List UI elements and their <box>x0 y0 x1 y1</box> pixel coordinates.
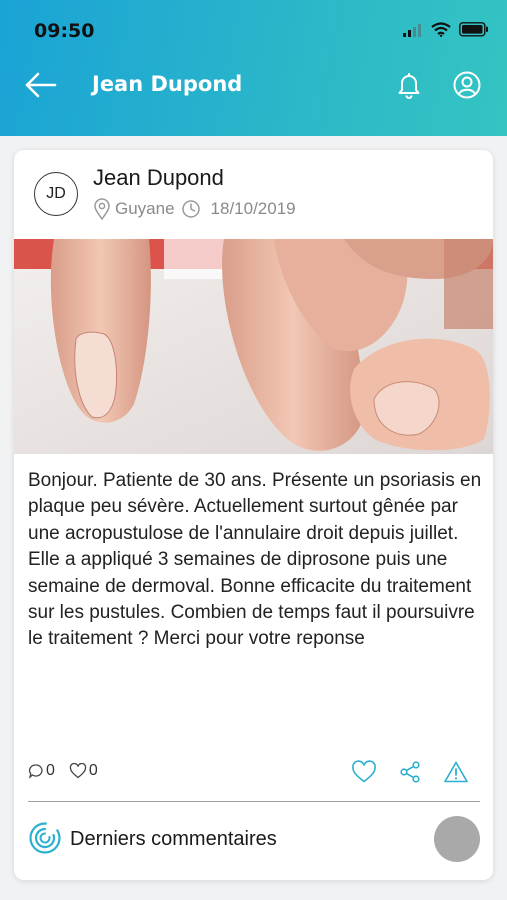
post-actions <box>351 760 469 784</box>
signal-icon <box>403 23 423 42</box>
heart-outline-icon <box>69 763 87 779</box>
heart-icon <box>352 760 376 783</box>
warning-icon <box>444 761 468 783</box>
post-stats: 0 0 <box>28 762 98 780</box>
like-button[interactable] <box>351 760 377 784</box>
share-icon <box>400 761 420 783</box>
comments-section: Derniers commentaires <box>28 816 480 862</box>
battery-icon <box>459 22 489 42</box>
location-pin-icon <box>94 198 110 220</box>
post-author[interactable]: Jean Dupond <box>93 165 224 191</box>
comments-logo-icon <box>28 821 62 860</box>
status-time: 09:50 <box>34 20 95 42</box>
post-card: JD Jean Dupond Guyane 18/10/2019 Bonjour… <box>14 150 493 880</box>
notifications-button[interactable] <box>394 70 424 100</box>
post-date: 18/10/2019 <box>210 199 296 218</box>
comment-count[interactable]: 0 <box>28 762 55 780</box>
like-count[interactable]: 0 <box>69 762 98 780</box>
bell-icon <box>398 73 420 99</box>
comment-count-value: 0 <box>46 762 55 779</box>
share-button[interactable] <box>399 760 421 784</box>
app-bar: Jean Dupond <box>0 62 507 112</box>
comment-bubble-icon <box>28 764 43 779</box>
like-count-value: 0 <box>88 762 98 779</box>
profile-button[interactable] <box>452 70 482 100</box>
page-title: Jean Dupond <box>92 72 243 96</box>
post-meta: Guyane 18/10/2019 <box>93 198 296 220</box>
post-location: Guyane <box>115 199 175 218</box>
back-button[interactable] <box>24 70 58 100</box>
user-icon <box>453 71 481 99</box>
fingers-photo <box>14 239 493 454</box>
post-image[interactable] <box>14 239 493 454</box>
clock-icon <box>181 200 200 218</box>
back-arrow-icon <box>25 72 57 98</box>
app-header: 09:50 Jean Dupond <box>0 0 507 136</box>
report-button[interactable] <box>443 760 469 784</box>
wifi-icon <box>431 22 451 42</box>
status-bar: 09:50 <box>0 0 507 62</box>
avatar[interactable]: JD <box>34 172 78 216</box>
status-icons <box>403 22 489 42</box>
post-body: Bonjour. Patiente de 30 ans. Présente un… <box>28 470 482 650</box>
divider <box>28 801 480 802</box>
add-comment-button[interactable] <box>434 816 480 862</box>
comments-heading[interactable]: Derniers commentaires <box>70 828 277 851</box>
